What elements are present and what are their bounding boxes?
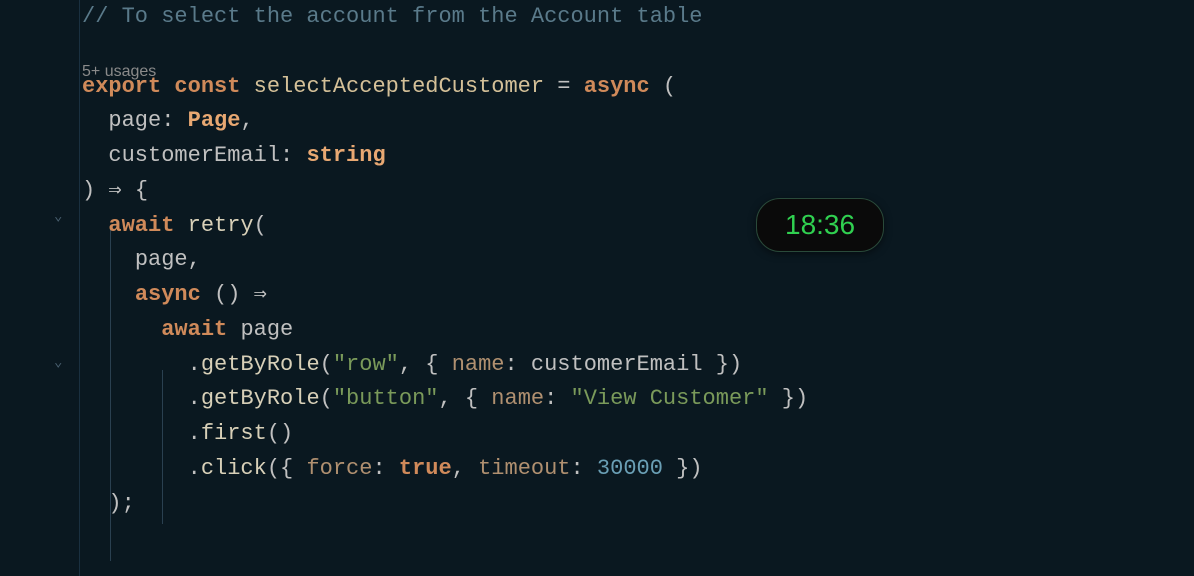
brace: {: [280, 456, 306, 481]
editor-gutter: ⌄ ⌄: [0, 0, 80, 576]
kw-await: await: [108, 213, 174, 238]
brace: {: [425, 352, 451, 377]
open-paren: (: [650, 74, 676, 99]
eq: =: [544, 74, 584, 99]
brace: }): [703, 352, 743, 377]
fn-name: selectAcceptedCustomer: [254, 74, 544, 99]
method-getbyrole: getByRole: [201, 352, 320, 377]
kw-await: await: [161, 317, 227, 342]
var-customeremail: customerEmail: [531, 352, 703, 377]
comma: ,: [188, 247, 201, 272]
arrow: ⇒: [95, 178, 135, 203]
clock-overlay: 18:36: [756, 198, 884, 252]
dot: .: [188, 456, 201, 481]
code-comment: // To select the account from the Accoun…: [82, 4, 703, 29]
method-first: first: [201, 421, 267, 446]
colon: :: [505, 352, 531, 377]
param-name: page: [108, 108, 161, 133]
lparen: (: [320, 386, 333, 411]
comma: ,: [399, 352, 412, 377]
fold-chevron-icon[interactable]: ⌄: [54, 208, 62, 225]
fn-retry: retry: [188, 213, 254, 238]
method-getbyrole: getByRole: [201, 386, 320, 411]
lparen: (: [254, 213, 267, 238]
arg-page: page: [135, 247, 188, 272]
comma: ,: [240, 108, 253, 133]
colon: :: [571, 456, 597, 481]
brace: }): [769, 386, 809, 411]
code-editor[interactable]: // To select the account from the Accoun…: [82, 0, 808, 521]
param-type: Page: [188, 108, 241, 133]
parens: (): [267, 421, 293, 446]
colon: :: [161, 108, 187, 133]
str-viewcustomer: "View Customer": [571, 386, 769, 411]
arrow: ⇒: [240, 282, 266, 307]
kw-async: async: [584, 74, 650, 99]
close-paren: ): [82, 178, 95, 203]
kw-const: const: [174, 74, 240, 99]
comma: ,: [452, 456, 465, 481]
method-click: click: [201, 456, 267, 481]
prop-timeout: timeout: [478, 456, 570, 481]
param-name: customerEmail: [108, 143, 280, 168]
empty-parens: (): [201, 282, 241, 307]
dot: .: [188, 386, 201, 411]
colon: :: [544, 386, 570, 411]
str-button: "button": [333, 386, 439, 411]
close-paren-semi: );: [108, 491, 134, 516]
prop-force: force: [306, 456, 372, 481]
prop-name: name: [491, 386, 544, 411]
kw-export: export: [82, 74, 161, 99]
param-type: string: [306, 143, 385, 168]
kw-async: async: [135, 282, 201, 307]
val-30000: 30000: [597, 456, 663, 481]
val-true: true: [399, 456, 452, 481]
brace: }): [663, 456, 703, 481]
open-brace: {: [135, 178, 148, 203]
lparen: (: [320, 352, 333, 377]
dot: .: [188, 421, 201, 446]
str-row: "row": [333, 352, 399, 377]
prop-name: name: [452, 352, 505, 377]
var-page: page: [240, 317, 293, 342]
comma: ,: [438, 386, 451, 411]
colon: :: [280, 143, 306, 168]
dot: .: [188, 352, 201, 377]
brace: {: [465, 386, 491, 411]
colon: :: [372, 456, 398, 481]
lparen: (: [267, 456, 280, 481]
fold-chevron-icon[interactable]: ⌄: [54, 354, 62, 371]
